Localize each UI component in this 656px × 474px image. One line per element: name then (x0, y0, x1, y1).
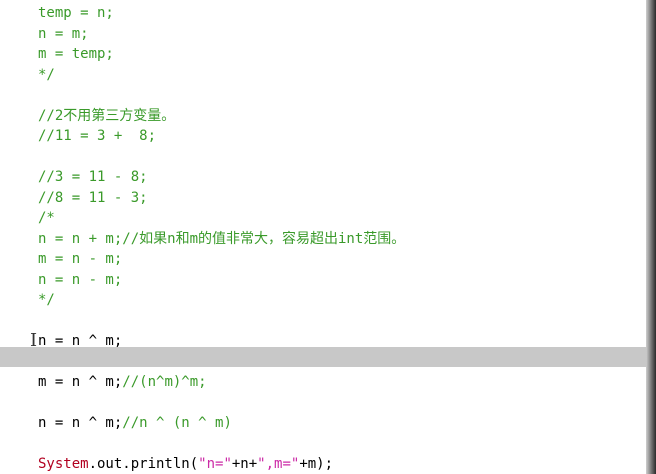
code-token: //11 = 3 + 8; (38, 128, 157, 144)
code-area[interactable]: temp = n; n = m; m = temp; */ //2不用第三方变量。 //… (38, 3, 646, 474)
code-token: /* (38, 210, 55, 226)
code-token: */ (38, 292, 55, 308)
code-line[interactable] (38, 352, 646, 373)
code-line[interactable]: n = n ^ m; (38, 331, 646, 352)
code-token: +m); (299, 456, 334, 472)
code-token: //3 = 11 - 8; (38, 169, 148, 185)
code-token: //8 = 11 - 3; (38, 189, 148, 206)
code-token: n = m; (38, 25, 89, 42)
code-line[interactable]: //3 = 11 - 8; (38, 167, 646, 188)
code-line[interactable]: /* (38, 208, 646, 229)
code-token: m = temp; (38, 46, 114, 62)
code-token: temp = n; (38, 5, 114, 21)
code-line[interactable]: //8 = 11 - 3; (38, 188, 646, 209)
text-cursor-icon: I (30, 330, 38, 351)
code-token: .out.println( (88, 456, 199, 472)
code-line[interactable]: n = n - m; (38, 270, 646, 291)
code-token: //2不用第三方变量。 (38, 107, 176, 124)
code-line[interactable] (38, 434, 646, 455)
code-line[interactable]: m = n - m; (38, 249, 646, 270)
code-line[interactable]: n = m; (38, 24, 646, 45)
code-token: ",m=" (257, 456, 300, 472)
code-line[interactable]: */ (38, 290, 646, 311)
code-token: */ (38, 66, 55, 83)
code-line[interactable]: n = n + m;//如果n和m的值非常大，容易超出int范围。 (38, 229, 646, 250)
code-token: m = n ^ m; (38, 374, 123, 390)
code-token: n = n ^ m; (38, 415, 123, 431)
code-editor[interactable]: temp = n; n = m; m = temp; */ //2不用第三方变量。 //… (0, 0, 646, 474)
code-line[interactable]: //2不用第三方变量。 (38, 106, 646, 127)
code-token: //n ^ (n ^ m) (122, 415, 232, 431)
code-line[interactable]: */ (38, 65, 646, 86)
code-line[interactable] (38, 311, 646, 332)
code-line[interactable]: m = n ^ m;//(n^m)^m; (38, 372, 646, 393)
code-line[interactable]: temp = n; (38, 3, 646, 24)
code-token: n = n ^ m; (38, 333, 123, 349)
code-line[interactable]: System.out.println("n="+n+",m="+m); (38, 454, 646, 474)
code-token: "n=" (198, 456, 232, 472)
code-token: System (38, 456, 89, 472)
code-line[interactable]: m = temp; (38, 44, 646, 65)
code-line[interactable]: n = n ^ m;//n ^ (n ^ m) (38, 413, 646, 434)
code-line[interactable] (38, 147, 646, 168)
code-token: n = n + m;//如果n和m的值非常大，容易超出int范围。 (38, 230, 406, 247)
code-token: m = n - m; (38, 251, 123, 267)
code-line[interactable] (38, 393, 646, 414)
code-token: +n+ (231, 456, 258, 472)
code-token: n = n - m; (38, 271, 123, 288)
code-line[interactable] (38, 85, 646, 106)
code-line[interactable]: //11 = 3 + 8; (38, 126, 646, 147)
window-edge (646, 0, 656, 474)
code-token: //(n^m)^m; (122, 374, 207, 390)
